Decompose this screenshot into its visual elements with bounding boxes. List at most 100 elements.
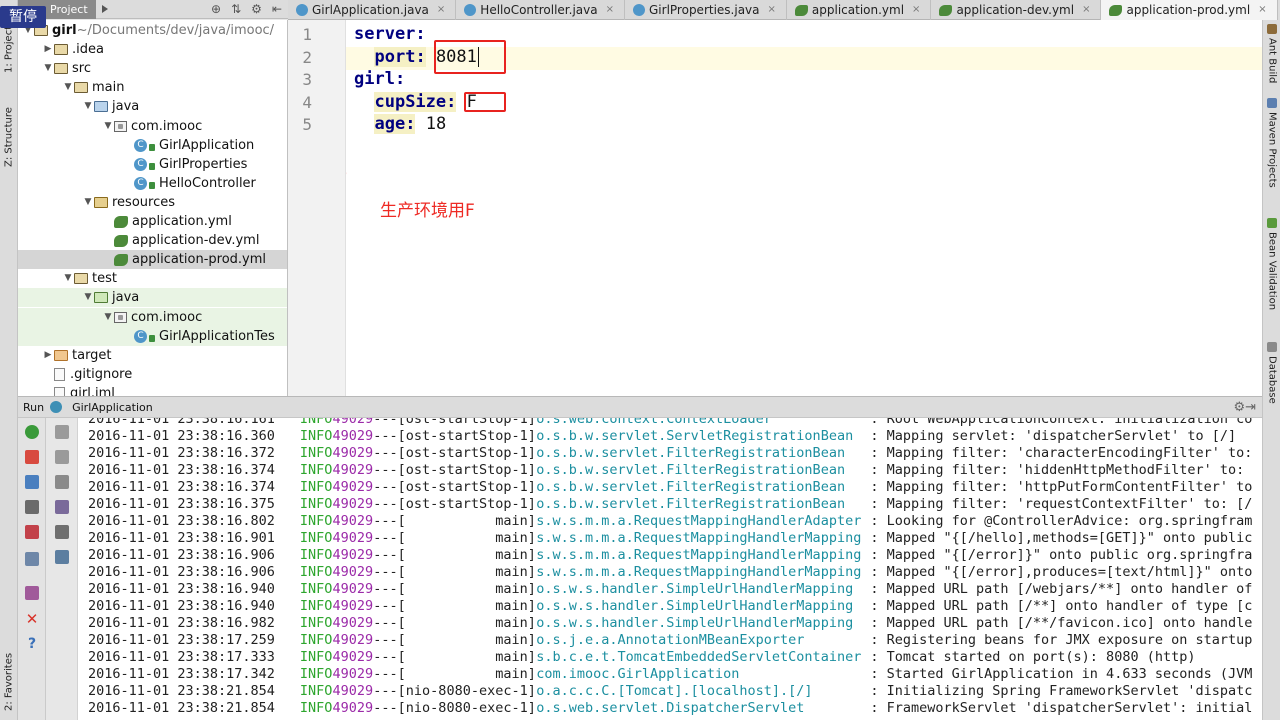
tree-item[interactable]: C HelloController [18,174,287,193]
collapsed-arrow-icon[interactable]: ▶ [42,40,54,59]
collapsed-arrow-icon[interactable]: ▶ [42,346,54,365]
run-console[interactable]: 2016-11-01 23:38:16.161 INFO49029---[ost-… [78,418,1262,720]
editor-tab[interactable]: application-prod.yml × [1101,0,1278,20]
run-config-tab[interactable]: GirlApplication [72,401,153,414]
log-logger: s.w.s.m.m.a.RequestMappingHandlerMapping [536,530,862,546]
close-tab-icon[interactable]: × [1258,0,1266,20]
scroll-to-end-icon[interactable] [55,500,69,514]
tree-item[interactable]: C GirlApplication [18,136,287,155]
expanded-arrow-icon[interactable]: ▼ [82,193,94,212]
editor-tab[interactable]: application-dev.yml × [931,0,1102,20]
log-message: : Mapped "{[/error],produces=[text/html]… [870,564,1253,580]
tool-tab-database[interactable]: Database [1264,342,1280,410]
tree-item[interactable]: application-prod.yml [18,250,287,270]
close-tab-icon[interactable]: × [912,0,920,20]
tree-item[interactable]: ▶ .idea [18,40,287,59]
target-icon[interactable]: ⊕ [211,2,221,16]
tree-item[interactable]: girl.iml [18,384,287,396]
log-thread: [ main] [397,513,536,529]
hide-icon[interactable]: ⇤ [272,2,282,16]
expanded-arrow-icon[interactable]: ▼ [42,59,54,78]
rerun-icon[interactable] [25,425,39,439]
view-dropdown-icon[interactable] [101,5,108,13]
tool-tab-favorites[interactable]: 2: Favorites [1,648,17,716]
close-tab-icon[interactable]: × [768,0,776,20]
yaml-colon: : [415,24,426,44]
expanded-arrow-icon[interactable]: ▼ [82,288,94,307]
gear-icon[interactable]: ⚙⇥ [1233,400,1256,415]
port-highlight-box [434,40,506,74]
gear-icon[interactable]: ⚙ [251,2,262,16]
tree-item[interactable]: application.yml [18,212,287,231]
tool-tab-structure[interactable]: Z: Structure [1,96,17,178]
close-tab-icon[interactable]: × [437,0,445,20]
expanded-arrow-icon[interactable]: ▼ [102,308,114,327]
tree-item-label: java [112,290,140,306]
tree-item-label: test [92,271,117,287]
tree-item[interactable]: C GirlProperties [18,155,287,174]
log-separator: --- [373,700,398,716]
editor-tab-label: application-prod.yml [1126,3,1251,17]
yaml-colon: : [415,46,426,67]
left-tool-strip: 1: Project Z: Structure 2: Favorites [0,0,18,720]
tree-item[interactable]: ▼ src [18,59,287,78]
trash-icon[interactable] [55,550,69,564]
editor-tab[interactable]: GirlProperties.java × [625,0,787,20]
camera-icon[interactable] [25,500,39,514]
layout-icon[interactable] [25,552,39,566]
tool-tab-maven[interactable]: Maven Projects [1264,98,1280,198]
close-icon[interactable]: ✕ [25,612,39,627]
editor-tab[interactable]: application.yml × [787,0,932,20]
tree-item[interactable]: ▼ java [18,288,287,308]
editor-tab[interactable]: HelloController.java × [456,0,625,20]
pause-output-icon[interactable] [25,475,39,489]
tree-item[interactable]: ▼ girl ~/Documents/dev/java/imooc/ [18,21,287,40]
soft-wrap-icon[interactable] [55,475,69,489]
expanded-arrow-icon[interactable]: ▼ [62,78,74,97]
tree-item[interactable]: ▼ java [18,97,287,116]
tree-item[interactable]: ▼ main [18,78,287,97]
tool-tab-bean-validation[interactable]: Bean Validation [1264,218,1280,322]
exit-icon[interactable] [25,525,39,539]
log-timestamp: 2016-11-01 23:38:16.940 [88,598,275,614]
folder-icon [54,63,68,75]
tree-item[interactable]: ▶ target [18,346,287,365]
yaml-value[interactable]: 18 [426,114,446,134]
tree-item[interactable]: C GirlApplicationTes [18,326,287,346]
stop-icon[interactable] [25,450,39,464]
editor-tab[interactable]: GirlApplication.java × [288,0,457,20]
close-tab-icon[interactable]: × [1082,0,1090,20]
collapse-icon[interactable]: ⇅ [231,2,241,16]
tree-item[interactable]: ▼ resources [18,193,287,212]
log-line: 2016-11-01 23:38:16.372 INFO49029---[ost-… [88,445,1252,462]
tool-tab-ant-build[interactable]: Ant Build [1264,24,1280,84]
expanded-arrow-icon[interactable]: ▼ [102,117,114,136]
log-pid: 49029 [332,666,374,682]
log-line: 2016-11-01 23:38:16.901 INFO49029---[ mai… [88,530,1252,547]
yaml-editor[interactable]: server: port: 8081 girl: cupSize: F age: … [346,20,1262,396]
log-thread: [ost-startStop-1] [397,418,536,427]
down-icon[interactable] [55,450,69,464]
log-line: 2016-11-01 23:38:21.854 INFO49029---[nio-… [88,683,1252,700]
editor-tab-label: application-dev.yml [956,3,1075,17]
tree-item[interactable]: ▼ com.imooc [18,117,287,136]
pause-overlay[interactable]: 暂停 [0,6,46,28]
close-tab-icon[interactable]: × [606,0,614,20]
log-logger: o.s.b.w.servlet.ServletRegistrationBean [536,428,854,444]
expanded-arrow-icon[interactable]: ▼ [62,269,74,288]
java-class-icon [633,4,645,16]
tree-item[interactable]: .gitignore [18,365,287,384]
tree-item[interactable]: application-dev.yml [18,231,287,250]
tree-item[interactable]: ▼ test [18,269,287,288]
log-logger: s.b.c.e.t.TomcatEmbeddedServletContainer [536,649,862,665]
pin-icon[interactable] [25,586,39,600]
print-icon[interactable] [55,525,69,539]
code-line: server: [354,24,426,44]
tree-item[interactable]: ▼ com.imooc [18,307,287,327]
log-logger: o.s.w.s.handler.SimpleUrlHandlerMapping [536,598,854,614]
yaml-key: girl [354,69,395,89]
help-icon[interactable]: ? [25,637,39,651]
expanded-arrow-icon[interactable]: ▼ [82,97,94,116]
up-icon[interactable] [55,425,69,439]
